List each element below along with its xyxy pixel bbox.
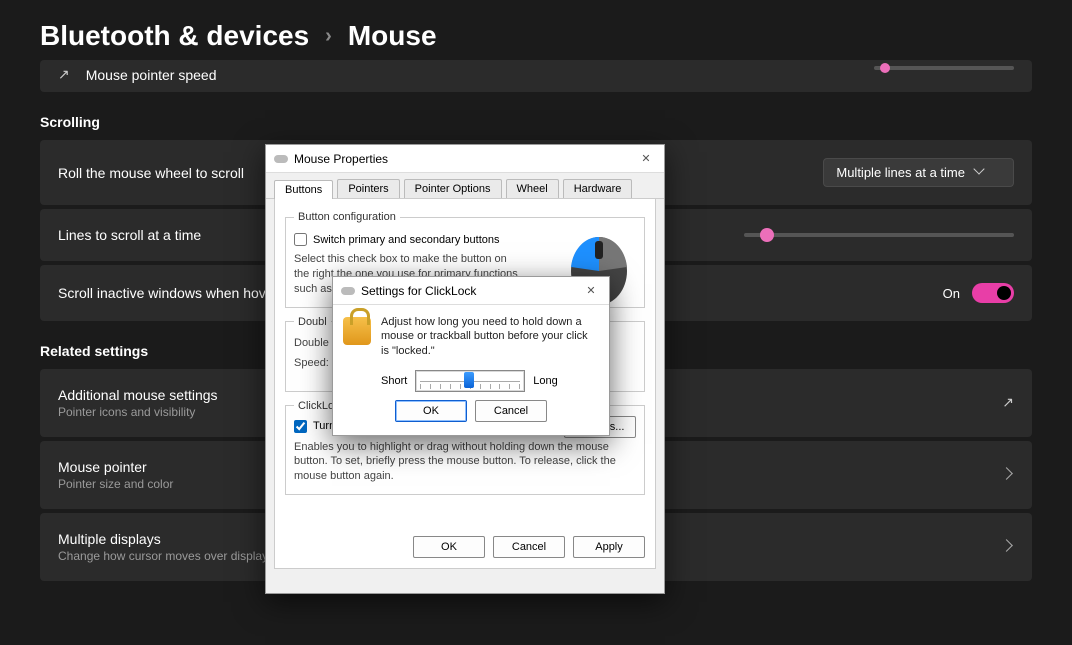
mouse-pointer-speed-card: Mouse pointer speed (40, 60, 1032, 92)
cancel-button[interactable]: Cancel (493, 536, 565, 558)
tab-hardware[interactable]: Hardware (563, 179, 633, 198)
close-button[interactable]: ✕ (636, 149, 656, 169)
tab-buttons[interactable]: Buttons (274, 180, 333, 199)
lock-icon (343, 317, 371, 345)
card-subtitle: Pointer icons and visibility (58, 405, 218, 419)
dialog-title: Settings for ClickLock (361, 284, 476, 298)
ok-button[interactable]: OK (413, 536, 485, 558)
chevron-right-icon: › (325, 25, 332, 48)
slider-thumb[interactable] (464, 372, 474, 388)
close-button[interactable]: ✕ (581, 281, 601, 301)
ok-button[interactable]: OK (395, 400, 467, 422)
titlebar[interactable]: Mouse Properties ✕ (266, 145, 664, 173)
checkbox-label: Switch primary and secondary buttons (313, 234, 499, 246)
clicklock-settings-dialog: Settings for ClickLock ✕ Adjust how long… (332, 276, 610, 436)
legend: Doubl (294, 316, 331, 328)
card-title: Scroll inactive windows when hove (58, 285, 274, 301)
dialog-title: Mouse Properties (294, 152, 388, 166)
external-link-icon (1002, 395, 1014, 412)
clicklock-duration-slider[interactable] (415, 370, 525, 392)
apply-button[interactable]: Apply (573, 536, 645, 558)
scroll-inactive-toggle[interactable] (972, 283, 1014, 303)
card-title: Additional mouse settings (58, 387, 218, 403)
card-title: Mouse pointer speed (86, 67, 217, 83)
checkbox-input[interactable] (294, 233, 307, 246)
tab-pointers[interactable]: Pointers (337, 179, 399, 198)
tab-wheel[interactable]: Wheel (506, 179, 559, 198)
mouse-icon (274, 155, 288, 163)
scroll-mode-select[interactable]: Multiple lines at a time (823, 158, 1014, 187)
cursor-icon (58, 66, 70, 83)
tabstrip: Buttons Pointers Pointer Options Wheel H… (266, 173, 664, 199)
card-subtitle: Pointer size and color (58, 477, 173, 491)
lines-slider[interactable] (744, 233, 1014, 237)
cancel-button[interactable]: Cancel (475, 400, 547, 422)
breadcrumb-parent[interactable]: Bluetooth & devices (40, 20, 309, 52)
mouse-icon (341, 287, 355, 295)
short-label: Short (381, 375, 407, 387)
breadcrumb: Bluetooth & devices › Mouse (0, 0, 1072, 66)
chevron-right-icon (1002, 469, 1014, 481)
card-title: Mouse pointer (58, 459, 173, 475)
tab-pointer-options[interactable]: Pointer Options (404, 179, 502, 198)
long-label: Long (533, 375, 557, 387)
card-title: Lines to scroll at a time (58, 227, 201, 243)
card-title: Roll the mouse wheel to scroll (58, 165, 244, 181)
titlebar[interactable]: Settings for ClickLock ✕ (333, 277, 609, 305)
legend: Button configuration (294, 211, 400, 223)
section-scrolling: Scrolling (40, 114, 1032, 130)
clicklock-desc: Enables you to highlight or drag without… (294, 440, 636, 485)
clicklock-description: Adjust how long you need to hold down a … (381, 315, 597, 358)
chevron-down-icon (975, 168, 985, 178)
toggle-label: On (943, 286, 960, 301)
chevron-right-icon (1002, 541, 1014, 553)
pointer-speed-slider[interactable] (874, 66, 1014, 70)
breadcrumb-current: Mouse (348, 20, 437, 52)
select-value: Multiple lines at a time (836, 165, 965, 180)
checkbox-input[interactable] (294, 420, 307, 433)
